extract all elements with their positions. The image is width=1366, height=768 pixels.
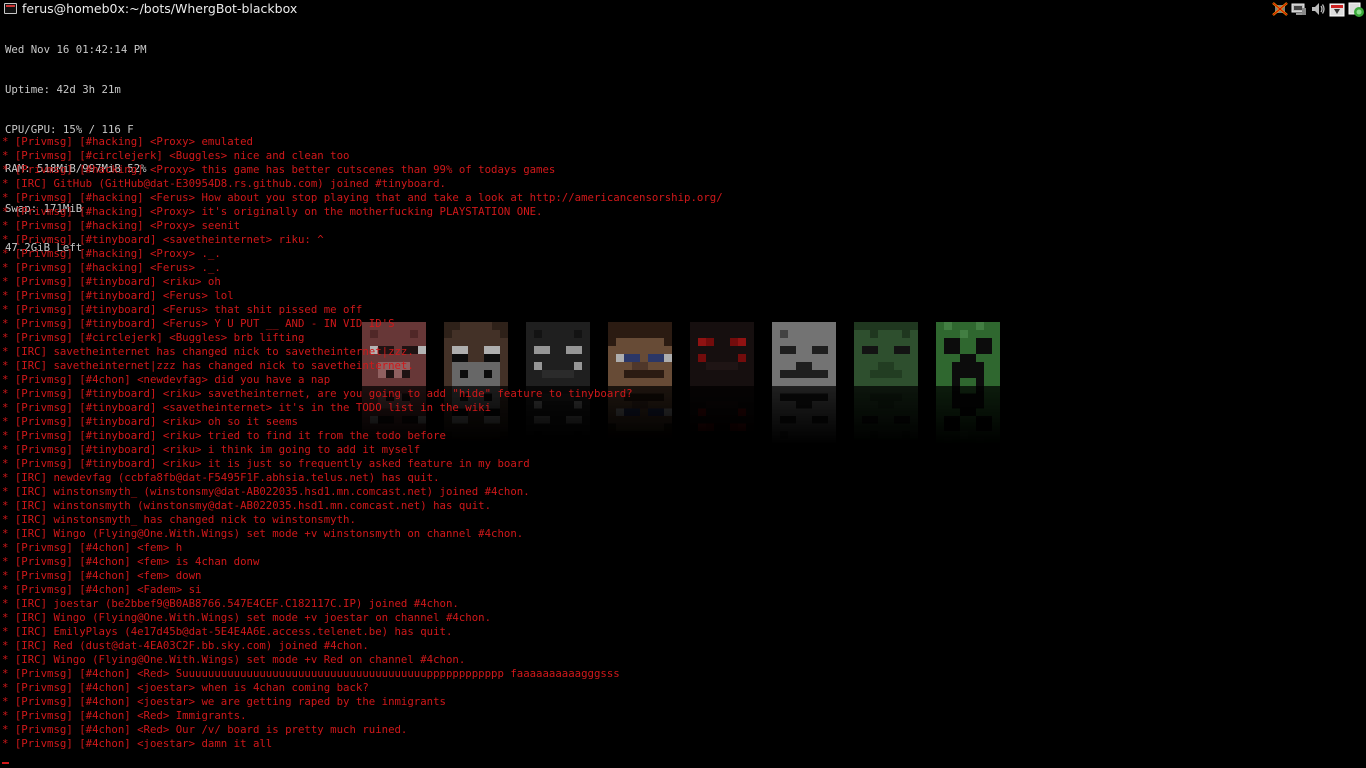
log-line: * [IRC] winstonsmyth_ (winstonsmy@dat-AB… [2, 485, 530, 498]
log-line: * [Privmsg] [#circlejerk] <Buggles> brb … [2, 331, 305, 344]
log-line: * [IRC] Red (dust@dat-4EA03C2F.bb.sky.co… [2, 639, 369, 652]
log-line: * [Privmsg] [#circlejerk] <Buggles> nice… [2, 149, 350, 162]
desktop-screen: ferus@homeb0x:~/bots/WhergBot-blackbox W… [0, 0, 1366, 768]
log-line: * [Privmsg] [#hacking] <Proxy> emulated [2, 135, 253, 148]
log-line: * [Privmsg] [#tinyboard] <savetheinterne… [2, 233, 324, 246]
log-line: * [Privmsg] [#4chon] <fem> down [2, 569, 202, 582]
log-line: * [IRC] EmilyPlays (4e17d45b@dat-5E4E4A6… [2, 625, 453, 638]
log-line: * [IRC] GitHub (GitHub@dat-E30954D8.rs.g… [2, 177, 446, 190]
log-line: * [Privmsg] [#tinyboard] <Ferus> lol [2, 289, 234, 302]
log-line: * [Privmsg] [#tinyboard] <riku> it is ju… [2, 457, 530, 470]
network-disconnected-icon[interactable] [1272, 1, 1288, 17]
log-line: * [Privmsg] [#4chon] <joestar> we are ge… [2, 695, 446, 708]
log-line: * [Privmsg] [#tinyboard] <riku> savethei… [2, 387, 633, 400]
terminal-icon[interactable] [4, 3, 17, 14]
download-icon[interactable] [1329, 1, 1345, 17]
log-line: * [Privmsg] [#hacking] <Proxy> this game… [2, 163, 556, 176]
log-line: * [Privmsg] [#tinyboard] <riku> i think … [2, 443, 421, 456]
log-line: * [Privmsg] [#4chon] <Red> Suuuuuuuuuuuu… [2, 667, 620, 680]
log-line: * [Privmsg] [#tinyboard] <Ferus> that sh… [2, 303, 363, 316]
log-line: * [Privmsg] [#4chon] <fem> is 4chan donw [2, 555, 260, 568]
system-tray [1272, 1, 1364, 17]
log-line: * [IRC] newdevfag (ccbfa8fb@dat-F5495F1F… [2, 471, 440, 484]
log-line: * [Privmsg] [#hacking] <Proxy> seenit [2, 219, 241, 232]
uptime: Uptime: 42d 3h 21m [5, 83, 121, 96]
log-line: * [IRC] savetheinternet has changed nick… [2, 345, 414, 358]
log-line: * [IRC] winstonsmyth (winstonsmy@dat-AB0… [2, 499, 492, 512]
log-line: * [Privmsg] [#hacking] <Ferus> ._. [2, 261, 221, 274]
terminal-cursor [2, 762, 9, 764]
log-line: * [Privmsg] [#4chon] <joestar> when is 4… [2, 681, 369, 694]
window-title: ferus@homeb0x:~/bots/WhergBot-blackbox [22, 1, 298, 16]
datetime: Wed Nov 16 01:42:14 PM [5, 43, 147, 57]
log-line: * [IRC] joestar (be2bbef9@B0AB8766.547E4… [2, 597, 459, 610]
log-line: * [Privmsg] [#tinyboard] <riku> oh [2, 275, 221, 288]
log-line: * [IRC] Wingo (Flying@One.With.Wings) se… [2, 611, 492, 624]
log-line: * [IRC] winstonsmyth_ has changed nick t… [2, 513, 356, 526]
update-notifier-icon[interactable] [1348, 1, 1364, 17]
log-line: * [IRC] savetheinternet|zzz has changed … [2, 359, 414, 372]
log-line: * [Privmsg] [#4chon] <joestar> damn it a… [2, 737, 273, 750]
log-line: * [Privmsg] [#tinyboard] <savetheinterne… [2, 401, 492, 414]
log-line: * [Privmsg] [#4chon] <Fadem> si [2, 583, 202, 596]
log-line: * [Privmsg] [#4chon] <Red> Our /v/ board… [2, 723, 408, 736]
irc-log[interactable]: * [Privmsg] [#hacking] <Proxy> emulated *… [2, 135, 1362, 751]
log-line: * [Privmsg] [#4chon] <fem> h [2, 541, 183, 554]
log-line: * [IRC] Wingo (Flying@One.With.Wings) se… [2, 527, 524, 540]
display-settings-icon[interactable] [1291, 1, 1307, 17]
log-line: * [Privmsg] [#4chon] <newdevfag> did you… [2, 373, 331, 386]
log-line: * [Privmsg] [#tinyboard] <riku> tried to… [2, 429, 446, 442]
log-line: * [Privmsg] [#hacking] <Ferus> How about… [2, 191, 723, 204]
log-line: * [Privmsg] [#hacking] <Proxy> ._. [2, 247, 221, 260]
log-line: * [Privmsg] [#4chon] <Red> Immigrants. [2, 709, 247, 722]
log-line: * [Privmsg] [#hacking] <Proxy> it's orig… [2, 205, 543, 218]
log-line: * [Privmsg] [#tinyboard] <Ferus> Y U PUT… [2, 317, 395, 330]
cpu-gpu-stat: CPU/GPU: 15% / 116 F [5, 122, 134, 136]
log-line: * [Privmsg] [#tinyboard] <riku> oh so it… [2, 415, 298, 428]
log-line: * [IRC] Wingo (Flying@One.With.Wings) se… [2, 653, 466, 666]
window-titlebar[interactable]: ferus@homeb0x:~/bots/WhergBot-blackbox [0, 0, 1366, 18]
volume-icon[interactable] [1310, 1, 1326, 17]
